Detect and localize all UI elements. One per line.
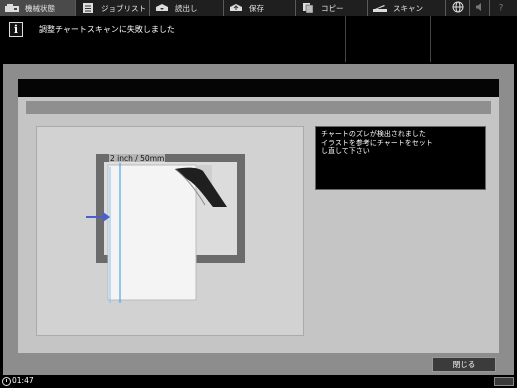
dialog-title-bar — [18, 79, 499, 97]
message-divider — [430, 16, 431, 62]
adjustment-dialog: 2 inch / 50mm チャートのズレが検出されました イラストを参考にチャ… — [3, 64, 514, 375]
store-icon — [228, 3, 244, 13]
message-text: 調整チャートスキャンに失敗しました — [39, 25, 175, 34]
tab-recall[interactable]: 読出し — [150, 0, 224, 16]
instruction-line: チャートのズレが検出されました — [321, 130, 426, 138]
tab-scan[interactable]: スキャン — [368, 0, 446, 16]
help-icon: ? — [496, 2, 506, 14]
info-icon: i — [9, 22, 23, 37]
tab-label: 読出し — [175, 3, 198, 13]
tab-copy[interactable]: コピー — [296, 0, 368, 16]
clock-icon — [2, 377, 11, 386]
recall-icon — [154, 3, 170, 13]
instruction-line: し直して下さい — [321, 147, 370, 155]
dialog-header-bar — [26, 101, 491, 114]
machine-status-icon — [4, 3, 20, 13]
message-divider — [345, 16, 346, 62]
tab-label: 保存 — [249, 3, 264, 13]
measure-label: 2 inch / 50mm — [109, 154, 166, 163]
tab-job-list[interactable]: ジョブリスト — [76, 0, 150, 16]
top-tab-bar: 機械状態 ジョブリスト 読出し 保存 コピー スキャン ? — [0, 0, 517, 16]
tab-label: コピー — [321, 3, 344, 13]
job-list-icon — [80, 3, 96, 13]
svg-text:?: ? — [499, 4, 504, 13]
tab-machine-status[interactable]: 機械状態 — [0, 0, 76, 16]
status-bar: 01:47 — [0, 375, 517, 388]
copy-icon — [300, 3, 316, 14]
message-bar: i 調整チャートスキャンに失敗しました — [0, 16, 517, 62]
instruction-line: イラストを参考にチャートをセット — [321, 138, 433, 147]
instruction-box: チャートのズレが検出されました イラストを参考にチャートをセット し直して下さい — [315, 126, 486, 190]
globe-icon — [452, 1, 464, 15]
chart-illustration-svg — [86, 154, 245, 303]
close-button[interactable]: 閉じる — [432, 357, 496, 372]
tab-volume[interactable] — [470, 0, 490, 16]
status-indicator — [494, 377, 514, 386]
tab-help[interactable]: ? — [490, 0, 512, 16]
scan-icon — [372, 3, 388, 13]
chart-placement-illustration: 2 inch / 50mm — [36, 126, 304, 336]
dialog-content: 2 inch / 50mm チャートのズレが検出されました イラストを参考にチャ… — [18, 97, 499, 353]
chart-sheet — [107, 164, 197, 301]
speaker-icon — [475, 2, 485, 14]
tab-globe[interactable] — [446, 0, 470, 16]
tab-label: スキャン — [393, 3, 423, 13]
clock-time: 01:47 — [12, 376, 34, 385]
tab-label: ジョブリスト — [101, 3, 146, 13]
tab-store[interactable]: 保存 — [224, 0, 296, 16]
tab-label: 機械状態 — [25, 3, 55, 13]
